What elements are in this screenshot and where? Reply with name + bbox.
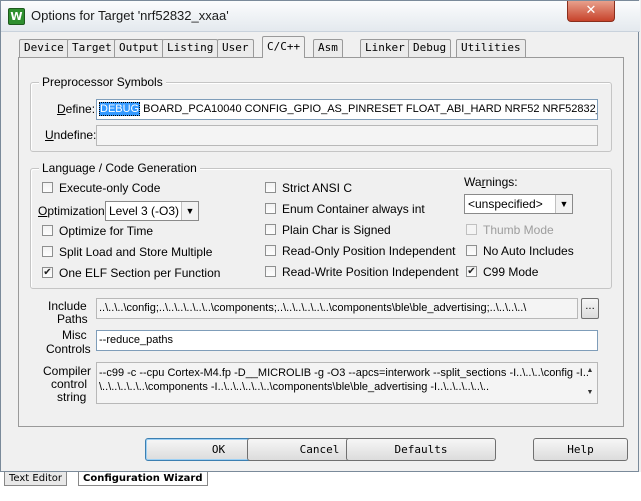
keil-app-icon: W — [8, 8, 25, 25]
scroll-up-icon[interactable]: ▲ — [584, 365, 596, 377]
define-label: Define: — [57, 102, 96, 116]
misc-controls-input[interactable]: --reduce_paths — [96, 330, 598, 351]
window-title: Options for Target 'nrf52832_xxaa' — [31, 8, 229, 23]
tab-asm[interactable]: Asm — [313, 39, 343, 57]
language-group-title: Language / Code Generation — [39, 161, 200, 175]
no-auto-includes-label: No Auto Includes — [483, 244, 574, 258]
optimization-dropdown[interactable]: Level 3 (-O3) ▼ — [105, 201, 199, 221]
warnings-dropdown[interactable]: <unspecified> ▼ — [464, 194, 573, 214]
tab-output[interactable]: Output — [114, 39, 164, 57]
c99-mode-label: C99 Mode — [483, 265, 539, 279]
one-elf-label: One ELF Section per Function — [59, 266, 221, 280]
execute-only-checkbox[interactable] — [42, 182, 53, 193]
undefine-label: Undefine: — [45, 128, 97, 142]
defaults-button[interactable]: Defaults — [346, 438, 496, 461]
misc-controls-label-line2: Controls — [46, 342, 91, 356]
warnings-value: <unspecified> — [468, 197, 543, 211]
no-auto-includes-checkbox[interactable] — [466, 245, 477, 256]
define-input[interactable]: DEBUG BOARD_PCA10040 CONFIG_GPIO_AS_PINR… — [96, 99, 598, 120]
ropi-label: Read-Only Position Independent — [282, 244, 456, 258]
include-paths-label-line2: Paths — [57, 312, 88, 326]
tab-user[interactable]: User — [217, 39, 254, 57]
thumb-mode-label: Thumb Mode — [483, 223, 554, 237]
ropi-checkbox[interactable] — [265, 245, 276, 256]
optimization-label: Optimization: — [38, 204, 109, 218]
close-button[interactable]: ✕ — [567, 1, 615, 22]
tab-device[interactable]: Device — [19, 39, 69, 57]
scroll-down-icon[interactable]: ▼ — [584, 387, 596, 399]
warnings-label: Warnings: — [464, 175, 518, 189]
optimize-time-checkbox[interactable] — [42, 225, 53, 236]
preprocessor-group-title: Preprocessor Symbols — [39, 75, 166, 89]
tab-debug[interactable]: Debug — [408, 39, 452, 57]
enum-container-checkbox[interactable] — [265, 203, 276, 214]
strict-ansi-checkbox[interactable] — [265, 182, 276, 193]
execute-only-label: Execute-only Code — [59, 181, 161, 195]
include-paths-label-line1: Include — [48, 299, 87, 313]
close-icon: ✕ — [585, 3, 597, 18]
thumb-mode-checkbox[interactable] — [466, 224, 477, 235]
tab-utilities[interactable]: Utilities — [456, 39, 526, 57]
split-load-label: Split Load and Store Multiple — [59, 245, 213, 259]
enum-container-label: Enum Container always int — [282, 202, 425, 216]
checkmark-icon: ✔ — [467, 266, 476, 277]
tab-linker[interactable]: Linker — [360, 39, 410, 57]
compiler-control-label-line3: string — [57, 390, 87, 404]
define-selected-text: DEBUG — [99, 102, 141, 116]
checkmark-icon: ✔ — [43, 267, 52, 278]
split-load-checkbox[interactable] — [42, 246, 53, 257]
c99-mode-checkbox[interactable]: ✔ — [466, 266, 477, 277]
chevron-down-icon: ▼ — [181, 202, 198, 220]
editor-bottom-tabs: Text Editor Configuration Wizard — [0, 472, 641, 501]
browse-include-paths-button[interactable]: ... — [581, 298, 599, 319]
plain-char-checkbox[interactable] — [265, 224, 276, 235]
tab-configuration-wizard[interactable]: Configuration Wizard — [78, 472, 208, 486]
compiler-control-string[interactable]: --c99 -c --cpu Cortex-M4.fp -D__MICROLIB… — [96, 362, 598, 404]
strict-ansi-label: Strict ANSI C — [282, 181, 353, 195]
tab-text-editor[interactable]: Text Editor — [4, 472, 67, 486]
tab-c-cpp[interactable]: C/C++ — [262, 36, 306, 58]
define-text: BOARD_PCA10040 CONFIG_GPIO_AS_PINRESET F… — [140, 103, 598, 115]
optimize-time-label: Optimize for Time — [59, 224, 154, 238]
tab-target[interactable]: Target — [67, 39, 117, 57]
include-paths-input[interactable]: ..\..\..\config;..\..\..\..\..\..\compon… — [96, 298, 578, 319]
compiler-control-line-1: --c99 -c --cpu Cortex-M4.fp -D__MICROLIB… — [99, 367, 589, 379]
title-bar[interactable]: W Options for Target 'nrf52832_xxaa' ✕ — [1, 1, 640, 32]
tab-listing[interactable]: Listing — [162, 39, 219, 57]
misc-controls-label-line1: Misc — [62, 328, 87, 342]
compiler-control-label-line1: Compiler — [43, 364, 92, 378]
rwpi-label: Read-Write Position Independent — [282, 265, 459, 279]
plain-char-label: Plain Char is Signed — [282, 223, 391, 237]
undefine-input[interactable] — [96, 125, 598, 146]
compiler-control-label-line2: control — [51, 377, 88, 391]
chevron-down-icon: ▼ — [555, 195, 572, 213]
options-dialog: W Options for Target 'nrf52832_xxaa' ✕ D… — [0, 0, 640, 472]
one-elf-checkbox[interactable]: ✔ — [42, 267, 53, 278]
help-button[interactable]: Help — [533, 438, 628, 461]
compiler-control-line-2: \..\..\..\..\..\components -I..\..\..\..… — [99, 381, 490, 393]
optimization-value: Level 3 (-O3) — [109, 204, 180, 218]
rwpi-checkbox[interactable] — [265, 266, 276, 277]
